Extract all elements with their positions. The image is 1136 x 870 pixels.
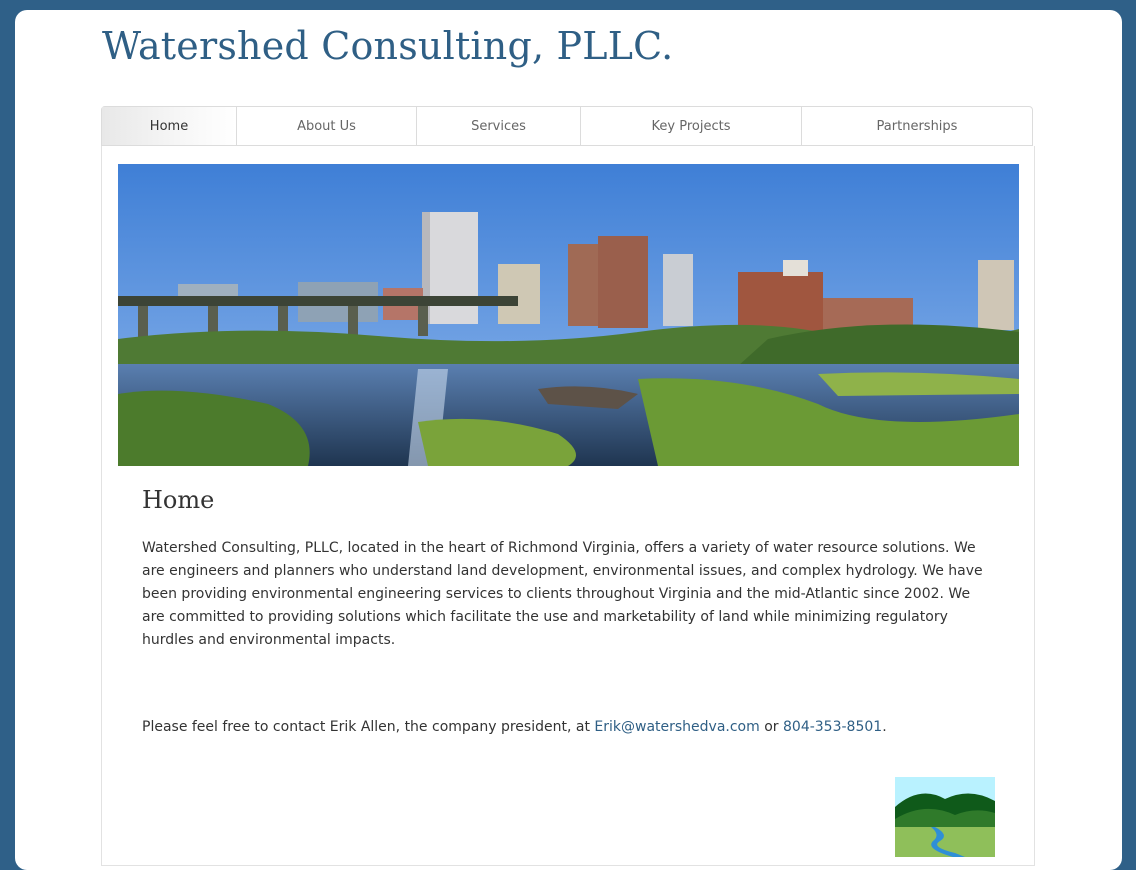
- contact-suffix: .: [882, 719, 887, 735]
- email-link[interactable]: Erik@watershedva.com: [594, 719, 759, 735]
- intro-paragraph: Watershed Consulting, PLLC, located in t…: [142, 540, 983, 648]
- main-nav: Home About Us Services Key Projects Part…: [101, 106, 1033, 146]
- phone-link[interactable]: 804-353-8501: [783, 719, 882, 735]
- nav-tab-partnerships[interactable]: Partnerships: [802, 107, 1032, 145]
- contact-or: or: [759, 719, 783, 735]
- contact-prefix: Please feel free to contact Erik Allen, …: [142, 719, 595, 735]
- watershed-logo-icon: [895, 777, 995, 857]
- hero-image: [118, 164, 1019, 466]
- page-heading: Home: [142, 486, 215, 514]
- contact-paragraph: Please feel free to contact Erik Allen, …: [142, 716, 1002, 739]
- nav-tab-services[interactable]: Services: [417, 107, 581, 145]
- nav-tab-home[interactable]: Home: [102, 107, 237, 145]
- site-title[interactable]: Watershed Consulting, PLLC.: [102, 24, 673, 68]
- nav-tab-key-projects[interactable]: Key Projects: [581, 107, 802, 145]
- nav-tab-about-us[interactable]: About Us: [237, 107, 417, 145]
